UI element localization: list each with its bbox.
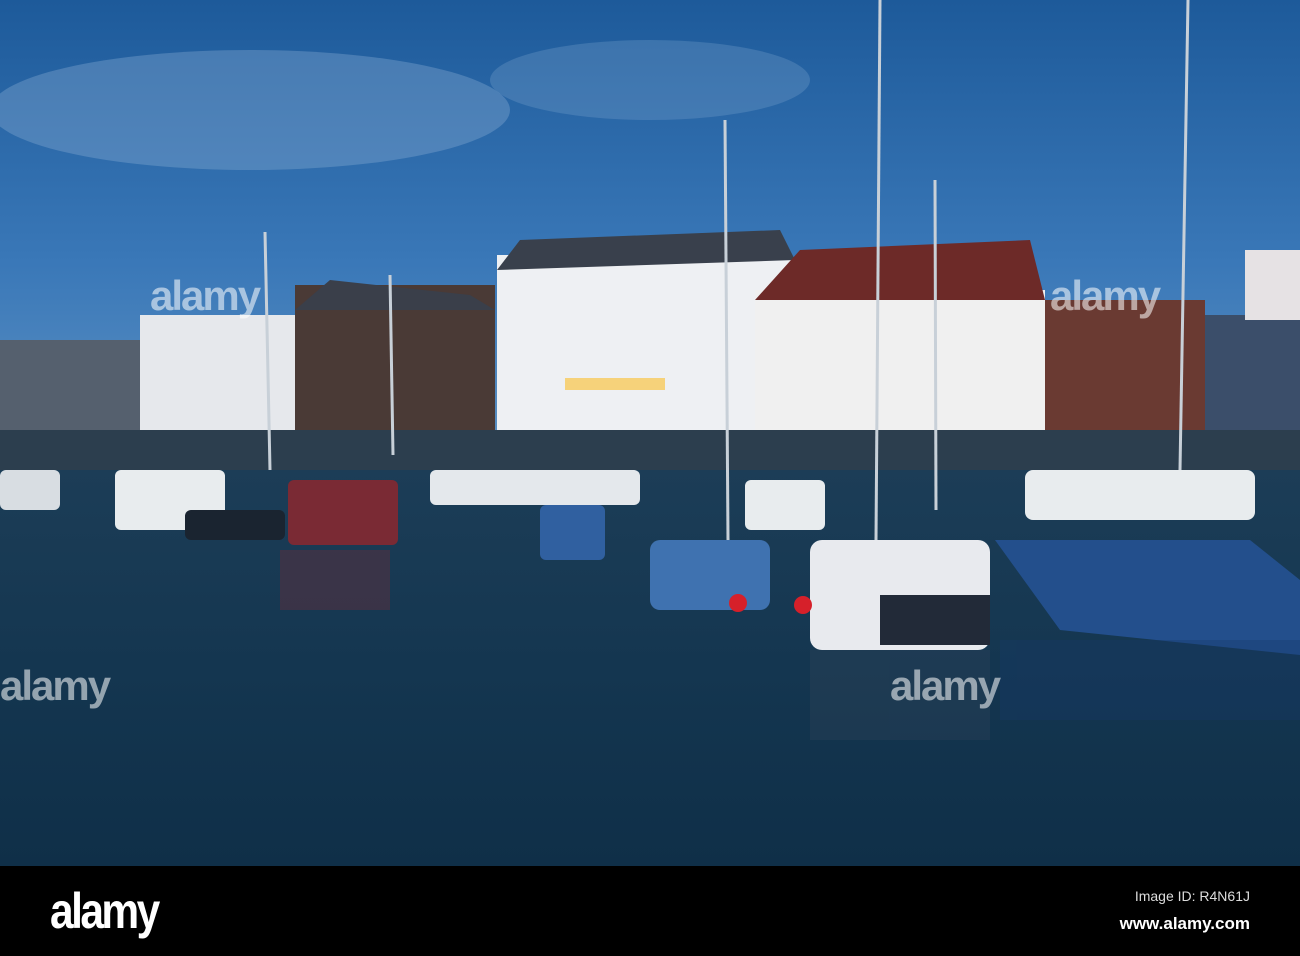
stock-photo: alamy alamy alamy alamy alamy Image ID: … bbox=[0, 0, 1300, 956]
quay-wall bbox=[0, 430, 1300, 470]
harbour-photo bbox=[0, 0, 1300, 866]
watermark: alamy bbox=[0, 662, 111, 709]
image-id: Image ID: R4N61J bbox=[1134, 888, 1250, 904]
watermark: alamy bbox=[150, 272, 261, 319]
watermark: alamy bbox=[890, 662, 1001, 709]
footer-bar: alamy Image ID: R4N61J www.alamy.com bbox=[0, 866, 1300, 956]
alamy-logo: alamy bbox=[50, 883, 160, 939]
website-link[interactable]: www.alamy.com bbox=[1120, 914, 1250, 934]
watermark: alamy bbox=[1050, 272, 1161, 319]
